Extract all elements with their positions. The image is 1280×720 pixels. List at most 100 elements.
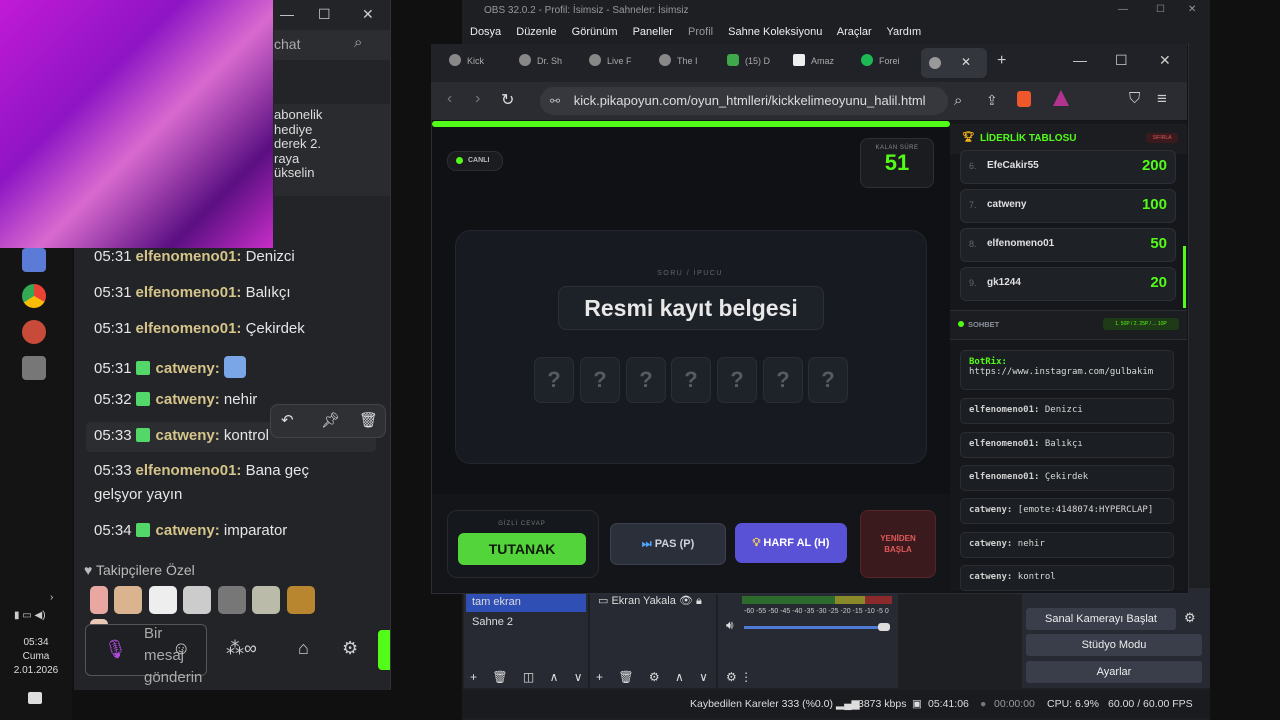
msg-user[interactable]: catweny: [156,427,220,444]
hidden-answer-value[interactable]: TUTANAK [458,533,586,565]
brave-shield-icon[interactable] [1017,91,1031,107]
menu-profile[interactable]: Profil [688,26,713,38]
browser-tab[interactable]: Forei [861,54,900,66]
msg-user[interactable]: catweny: [156,522,220,539]
source-item[interactable]: ▭ Ekran Yakala 👁︎ 🔒︎ [598,594,702,608]
start-virtual-camera-button[interactable]: Sanal Kamerayı Başlat [1026,608,1176,630]
studio-mode-button[interactable]: Stüdyo Modu [1026,634,1202,656]
obs-taskbar-icon[interactable] [22,320,46,344]
notification-icon[interactable] [28,692,42,704]
volume-slider-handle[interactable] [878,623,890,631]
reset-leaderboard-button[interactable]: SIFIRLA [1146,133,1178,143]
emote-icon[interactable] [114,586,143,614]
menu-docks[interactable]: Paneller [633,26,673,38]
maximize-icon[interactable]: ☐ [318,6,331,23]
new-tab-icon[interactable]: + [997,52,1006,70]
emote-icon[interactable] [183,586,212,614]
msg-user[interactable]: elfenomeno01: [136,462,242,479]
emote-icon[interactable] [217,586,246,614]
app-icon[interactable] [22,248,46,272]
site-info-icon[interactable]: ⚯ [550,94,560,108]
settings-gear-icon[interactable]: ⚙ [342,638,358,659]
menu-help[interactable]: Yardım [886,26,921,38]
infinity-icon[interactable]: ⁂∞ [226,638,257,659]
taskbar-clock[interactable]: 05:34 Cuma 2.01.2026 [0,636,72,678]
emote-icon[interactable] [148,586,177,614]
brave-rewards-icon[interactable] [1053,90,1069,106]
close-icon[interactable]: ✕ [1188,4,1196,15]
msg-user[interactable]: catweny: [156,391,220,408]
scene-toolbar[interactable]: + 🗑︎ ◫ ∧ ∨ [470,670,582,684]
browser-tab[interactable]: Live F [589,54,632,66]
virtual-camera-settings-icon[interactable]: ⚙ [1184,610,1196,626]
search-icon[interactable]: ⌕ [354,34,362,51]
browser-tab[interactable]: Kick [449,54,484,66]
minimize-icon[interactable]: — [280,6,294,22]
back-icon[interactable]: ‹ [447,90,452,108]
address-bar[interactable]: ⚯ kick.pikapoyun.com/oyun_htmlleri/kickk… [540,87,948,115]
tray-icons[interactable]: ▮ ▭ ◀) [14,610,46,621]
scene-item[interactable]: Sahne 2 [472,616,513,628]
hint-button[interactable]: 💡︎ HARF AL (H) [735,523,847,563]
emote-icon[interactable] [286,586,315,614]
zoom-icon[interactable]: ⌕ [954,92,962,109]
trash-icon[interactable]: 🗑︎ [359,411,378,429]
msg-user[interactable]: elfenomeno01: [136,284,242,301]
volume-slider[interactable] [744,626,890,629]
active-browser-tab[interactable]: ✕ [921,48,987,78]
menu-scene-collection[interactable]: Sahne Koleksiyonu [728,26,822,38]
microphone-icon[interactable]: 🎙︎ [104,639,127,660]
speaker-icon[interactable]: 🔊︎ [726,618,734,633]
msg-user[interactable]: catweny: [156,360,220,377]
vpn-shield-icon[interactable]: ⛉ [1129,90,1140,107]
forward-icon[interactable]: › [475,90,480,108]
menu-view[interactable]: Görünüm [572,26,618,38]
restart-button[interactable]: YENİDEN BAŞLA [860,510,936,578]
browser-tab[interactable]: (15) D [727,54,770,66]
menu-tools[interactable]: Araçlar [837,26,872,38]
browser-tab[interactable]: Dr. Sh [519,54,562,66]
close-tab-icon[interactable]: ✕ [961,55,971,69]
maximize-icon[interactable]: ☐ [1115,52,1128,69]
msg-user[interactable]: elfenomeno01: [136,320,242,337]
send-button[interactable] [378,630,390,670]
pass-button[interactable]: ⏭ PAS (P) [610,523,726,565]
browser-tab[interactable]: Amaz [793,54,834,66]
chat-message[interactable]: 05:33 elfenomeno01: Bana geç [94,462,309,479]
chrome-icon[interactable] [22,284,46,308]
chevron-up-icon[interactable]: › [50,592,53,603]
menu-file[interactable]: Dosya [470,26,501,38]
scene-item[interactable]: tam ekran [466,592,586,612]
app-icon-2[interactable] [22,356,46,380]
eye-icon[interactable]: 👁︎ [679,595,693,607]
browser-tab[interactable]: The I [659,54,698,66]
maximize-icon[interactable]: ☐ [1156,4,1165,15]
close-icon[interactable]: ✕ [362,6,374,23]
chat-message[interactable]: 05:34 catweny: imparator [94,522,287,539]
chat-message[interactable]: 05:31 elfenomeno01: Balıkçı [94,284,291,301]
emote-icon[interactable] [252,586,281,614]
minimize-icon[interactable]: — [1118,4,1128,15]
chat-message[interactable]: 05:33 catweny: kontrol [94,427,269,444]
store-icon[interactable]: ⌂ [298,638,309,659]
close-icon[interactable]: ✕ [1159,52,1171,69]
chat-message[interactable]: 05:32 catweny: nehir [94,391,257,408]
mixer-settings-icon[interactable]: ⚙ ⋮ [726,670,752,684]
chat-message[interactable]: 05:31 elfenomeno01: Çekirdek [94,320,305,337]
pin-icon[interactable]: 📌︎ [321,411,340,429]
leaderboard-scrollbar[interactable] [1183,246,1186,308]
chat-message[interactable]: 05:31 elfenomeno01: Denizci [94,248,295,265]
chat-message[interactable]: 05:31 catweny: [94,356,246,378]
emote-icon[interactable] [90,586,108,614]
minimize-icon[interactable]: — [1073,52,1087,68]
menu-edit[interactable]: Düzenle [516,26,556,38]
msg-user[interactable]: elfenomeno01: [136,248,242,265]
chat-search-bar[interactable]: chat ⌕ [274,30,390,60]
emoji-icon[interactable]: ☺ [172,638,190,659]
settings-button[interactable]: Ayarlar [1026,661,1202,683]
share-icon[interactable]: ⇪ [986,92,998,109]
menu-icon[interactable]: ≡ [1157,89,1167,109]
source-toolbar[interactable]: + 🗑︎ ⚙ ∧ ∨ [596,670,708,684]
reload-icon[interactable]: ↻ [501,90,514,110]
lock-icon[interactable]: 🔒︎ [696,595,702,607]
